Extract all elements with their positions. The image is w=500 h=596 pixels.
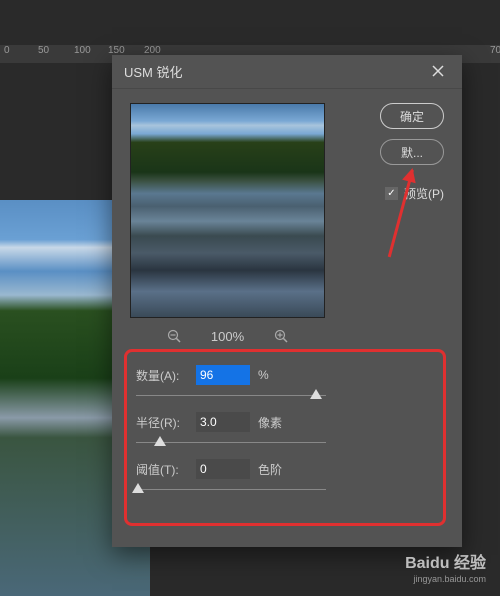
usm-sharpen-dialog: USM 锐化 100% 确定 默... ✓ 预览(P) 数量(A): % xyxy=(112,55,462,547)
watermark-url: jingyan.baidu.com xyxy=(405,574,486,586)
zoom-controls: 100% xyxy=(130,327,325,345)
watermark-brand: Baidu 经验 xyxy=(405,554,486,575)
zoom-in-icon[interactable] xyxy=(272,327,290,345)
preview-checkbox[interactable]: ✓ xyxy=(385,187,398,200)
filter-preview-image[interactable] xyxy=(130,103,325,318)
dialog-actions: 确定 默... xyxy=(380,103,444,165)
dialog-title: USM 锐化 xyxy=(124,62,183,81)
annotation-arrow xyxy=(388,170,414,258)
preview-checkbox-row[interactable]: ✓ 预览(P) xyxy=(385,185,444,202)
preview-checkbox-label: 预览(P) xyxy=(404,185,444,202)
annotation-highlight-box xyxy=(124,349,446,526)
zoom-out-icon[interactable] xyxy=(165,327,183,345)
zoom-level-label: 100% xyxy=(211,329,244,344)
dialog-titlebar[interactable]: USM 锐化 xyxy=(112,55,462,89)
watermark: Baidu 经验 jingyan.baidu.com xyxy=(405,554,486,586)
default-button[interactable]: 默... xyxy=(380,139,444,165)
ok-button[interactable]: 确定 xyxy=(380,103,444,129)
close-icon[interactable] xyxy=(426,60,450,84)
